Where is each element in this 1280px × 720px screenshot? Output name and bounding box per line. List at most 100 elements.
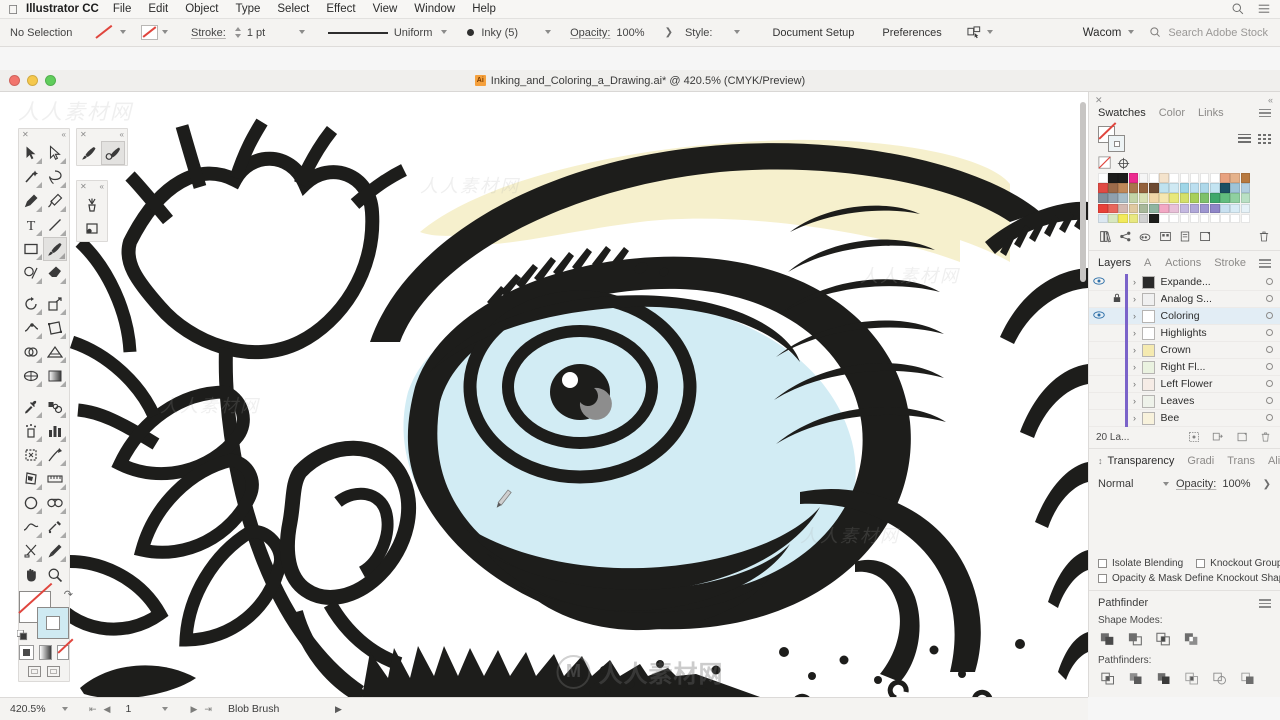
- crop-icon[interactable]: [1182, 670, 1202, 688]
- arrange-documents-chevron-down-icon[interactable]: [986, 29, 994, 36]
- swatch-14[interactable]: [1240, 173, 1251, 183]
- arrange-documents-icon[interactable]: [967, 25, 982, 40]
- blob-brush-tool[interactable]: [43, 491, 67, 515]
- swatch-46[interactable]: [1108, 203, 1118, 214]
- swatch-55[interactable]: [1199, 203, 1210, 214]
- color-button[interactable]: [19, 645, 34, 660]
- layer-target-indicator[interactable]: [1258, 361, 1280, 373]
- layer-disclosure-chevron-icon[interactable]: ›: [1128, 294, 1142, 304]
- swatch-1[interactable]: [1108, 173, 1118, 183]
- tools-panel-collapse-icon[interactable]: «: [62, 131, 66, 139]
- swatch-7[interactable]: [1169, 173, 1179, 183]
- search-adobe-stock-icon[interactable]: [1149, 26, 1162, 39]
- swatch-8[interactable]: [1179, 173, 1190, 183]
- swatch-libraries-icon[interactable]: [1095, 228, 1115, 244]
- swatch-52[interactable]: [1169, 203, 1179, 214]
- swatch-28[interactable]: [1230, 183, 1241, 193]
- blend-tool[interactable]: [43, 395, 67, 419]
- mesh-tool[interactable]: [19, 364, 43, 388]
- layer-row[interactable]: › Coloring: [1089, 307, 1280, 326]
- minus-front-icon[interactable]: [1126, 630, 1146, 648]
- zoom-level-chevron-down-icon[interactable]: [62, 706, 69, 713]
- line-segment-tool[interactable]: [43, 213, 67, 237]
- first-artboard-icon[interactable]: ⇤: [89, 704, 97, 715]
- transparency-expand-icon[interactable]: ↕: [1098, 456, 1103, 466]
- style-chevron-down-icon[interactable]: [734, 29, 741, 36]
- join-tool[interactable]: [43, 515, 67, 539]
- swatch-0[interactable]: [1098, 173, 1108, 183]
- measure-tool[interactable]: [43, 467, 67, 491]
- swatch-51[interactable]: [1159, 203, 1169, 214]
- swatch-64[interactable]: [1138, 213, 1149, 224]
- swatch-30[interactable]: [1098, 193, 1108, 203]
- swatch-41[interactable]: [1210, 193, 1220, 203]
- stroke-weight-chevron-down-icon[interactable]: [298, 29, 306, 36]
- swatch-25[interactable]: [1199, 183, 1210, 193]
- swatch-49[interactable]: [1138, 203, 1149, 214]
- tab-actions[interactable]: Actions: [1165, 257, 1201, 269]
- swatch-2[interactable]: [1118, 173, 1128, 183]
- swatch-20[interactable]: [1148, 183, 1159, 193]
- grid-view-icon[interactable]: [1258, 133, 1271, 145]
- maximize-window-button[interactable]: [45, 75, 56, 86]
- swatch-31[interactable]: [1108, 193, 1118, 203]
- list-view-icon[interactable]: [1238, 133, 1251, 145]
- layer-row[interactable]: › Bee: [1089, 409, 1280, 428]
- swatch-50[interactable]: [1148, 203, 1159, 214]
- document-tab[interactable]: Ai Inking_and_Coloring_a_Drawing.ai* @ 4…: [474, 75, 805, 87]
- tab-color[interactable]: Color: [1159, 107, 1185, 119]
- swatch-53[interactable]: [1179, 203, 1190, 214]
- tab-align[interactable]: Align: [1268, 455, 1280, 467]
- scissors-tool[interactable]: [19, 539, 43, 563]
- curvature-tool[interactable]: [43, 189, 67, 213]
- fill-color-chevron-down-icon[interactable]: [162, 29, 169, 36]
- transparency-opacity-value[interactable]: 100%: [1222, 478, 1250, 490]
- width-tool[interactable]: [19, 316, 43, 340]
- swatch-21[interactable]: [1159, 183, 1169, 193]
- transparency-opacity-label[interactable]: Opacity:: [1176, 478, 1216, 490]
- zoom-tool[interactable]: [43, 563, 67, 587]
- artboard-tool[interactable]: [19, 443, 43, 467]
- menu-app-name[interactable]: Illustrator CC: [26, 3, 99, 15]
- blend-mode-chevron-down-icon[interactable]: [1163, 481, 1170, 488]
- floating-brush-close-icon[interactable]: ✕: [80, 131, 87, 139]
- swatch-6[interactable]: [1159, 173, 1169, 183]
- opacity-label[interactable]: Opacity:: [570, 27, 610, 39]
- blend-mode-select[interactable]: Normal: [1098, 478, 1170, 490]
- none-swatch-icon[interactable]: [1098, 156, 1112, 170]
- rotate-tool[interactable]: [19, 292, 43, 316]
- divide-icon[interactable]: [1098, 670, 1118, 688]
- spotlight-search-icon[interactable]: [1231, 2, 1245, 16]
- perspective-selection-tool[interactable]: [19, 467, 43, 491]
- menu-item-object[interactable]: Object: [185, 3, 218, 15]
- perspective-grid-tool[interactable]: [43, 340, 67, 364]
- new-layer-icon[interactable]: [1236, 431, 1249, 444]
- delete-swatch-icon[interactable]: [1254, 228, 1274, 244]
- screen-mode-icon[interactable]: [47, 666, 60, 677]
- swatch-32[interactable]: [1118, 193, 1128, 203]
- layer-target-indicator[interactable]: [1258, 412, 1280, 424]
- layer-target-indicator[interactable]: [1258, 378, 1280, 390]
- gradient-tool[interactable]: [43, 364, 67, 388]
- layer-name-label[interactable]: Leaves: [1161, 395, 1259, 407]
- swap-fill-stroke-icon[interactable]: ↷: [64, 588, 73, 601]
- ellipse-tool[interactable]: [19, 491, 43, 515]
- transparency-opacity-more-arrow-icon[interactable]: ❯: [1263, 479, 1271, 490]
- swatch-59[interactable]: [1240, 203, 1251, 214]
- delete-layer-icon[interactable]: [1260, 431, 1273, 444]
- swatch-17[interactable]: [1118, 183, 1128, 193]
- layer-disclosure-chevron-icon[interactable]: ›: [1128, 379, 1142, 389]
- make-sublayer-icon[interactable]: [1212, 431, 1225, 444]
- swatch-61[interactable]: [1108, 213, 1118, 224]
- new-color-group-icon[interactable]: [1155, 228, 1175, 244]
- layer-disclosure-chevron-icon[interactable]: ›: [1128, 311, 1142, 321]
- swatch-47[interactable]: [1118, 203, 1128, 214]
- swatch-color-grid[interactable]: [1089, 173, 1280, 224]
- swatch-options-icon[interactable]: [1175, 228, 1195, 244]
- swatches-panel-menu-icon[interactable]: [1259, 108, 1271, 118]
- tab-transparency[interactable]: Transparency: [1108, 455, 1175, 467]
- workspace-chevron-down-icon[interactable]: [1128, 29, 1135, 36]
- layer-row[interactable]: › Analog S...: [1089, 290, 1280, 309]
- swatch-43[interactable]: [1230, 193, 1241, 203]
- unite-icon[interactable]: [1098, 630, 1118, 648]
